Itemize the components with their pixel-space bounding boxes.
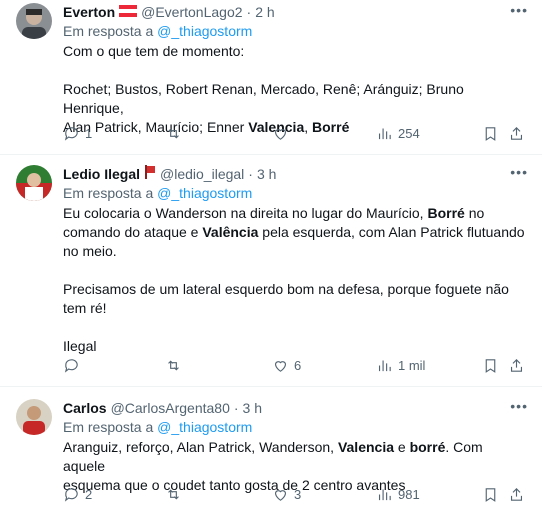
handle[interactable]: @CarlosArgenta80 <box>111 399 230 417</box>
handle[interactable]: @ledio_ilegal <box>160 165 244 183</box>
display-name[interactable]: Carlos <box>63 399 107 417</box>
mention-link[interactable]: @_thiagostorm <box>157 23 252 39</box>
bookmark-icon <box>485 126 496 141</box>
like-icon <box>274 128 287 140</box>
tweet-header: Ledio Ilegal @ledio_ilegal · 3 h <box>63 165 277 183</box>
timestamp[interactable]: 3 h <box>257 165 276 183</box>
like-button[interactable]: 6 <box>272 357 301 374</box>
views-icon <box>378 360 391 371</box>
tweet-header: Carlos @CarlosArgenta80 · 3 h <box>63 399 262 417</box>
tweet-carlos[interactable]: Carlos @CarlosArgenta80 · 3 h Em respost… <box>0 387 542 512</box>
display-name[interactable]: Ledio Ilegal <box>63 165 140 183</box>
more-icon[interactable]: ••• <box>510 164 528 180</box>
mention-link[interactable]: @_thiagostorm <box>157 185 252 201</box>
views-icon <box>378 128 391 139</box>
bookmark-button[interactable] <box>482 125 499 142</box>
views-button[interactable]: 254 <box>376 125 420 142</box>
reply-to-line: Em resposta a @_thiagostorm <box>63 419 253 435</box>
display-name[interactable]: Everton <box>63 3 115 21</box>
timestamp[interactable]: 2 h <box>255 3 274 21</box>
flag-emoji-icon <box>144 165 156 183</box>
avatar[interactable] <box>16 399 52 435</box>
timestamp[interactable]: 3 h <box>243 399 262 417</box>
bookmark-button[interactable] <box>482 357 499 374</box>
share-button[interactable] <box>508 486 525 503</box>
more-icon[interactable]: ••• <box>510 2 528 18</box>
bookmark-button[interactable] <box>482 486 499 503</box>
avatar[interactable] <box>16 3 52 39</box>
share-icon <box>510 358 523 372</box>
reply-feed: Everton @EvertonLago2 · 2 h Em resposta … <box>0 0 542 512</box>
bookmark-icon <box>485 358 496 373</box>
views-button[interactable]: 1 mil <box>376 357 425 374</box>
avatar[interactable] <box>16 165 52 201</box>
reply-button[interactable] <box>63 357 80 374</box>
reply-to-line: Em resposta a @_thiagostorm <box>63 23 253 39</box>
bookmark-icon <box>485 487 496 502</box>
reply-to-line: Em resposta a @_thiagostorm <box>63 185 253 201</box>
like-button[interactable] <box>272 125 289 142</box>
reply-icon <box>64 358 78 373</box>
retweet-button[interactable] <box>165 357 182 374</box>
reply-button[interactable]: 1 <box>63 125 92 142</box>
views-button[interactable]: 981 <box>376 486 420 503</box>
handle[interactable]: @EvertonLago2 <box>141 3 242 21</box>
views-icon <box>378 489 391 500</box>
share-button[interactable] <box>508 357 525 374</box>
reply-icon <box>64 126 78 141</box>
tweet-ledio[interactable]: Ledio Ilegal @ledio_ilegal · 3 h Em resp… <box>0 155 542 387</box>
tweet-text: Eu colocaria o Wanderson na direita no l… <box>63 205 525 354</box>
retweet-button[interactable] <box>165 125 182 142</box>
tweet-everton[interactable]: Everton @EvertonLago2 · 2 h Em resposta … <box>0 0 542 155</box>
share-icon <box>510 487 523 501</box>
like-icon <box>274 360 287 372</box>
share-icon <box>510 126 523 140</box>
reply-button[interactable]: 2 <box>63 486 92 503</box>
more-icon[interactable]: ••• <box>510 398 528 414</box>
retweet-icon <box>168 127 179 139</box>
like-icon <box>274 489 287 501</box>
reply-icon <box>64 487 78 502</box>
like-button[interactable]: 3 <box>272 486 301 503</box>
share-button[interactable] <box>508 125 525 142</box>
retweet-icon <box>168 359 179 371</box>
tweet-header: Everton @EvertonLago2 · 2 h <box>63 3 275 21</box>
austria-flag-icon <box>119 3 138 21</box>
retweet-button[interactable] <box>165 486 182 503</box>
mention-link[interactable]: @_thiagostorm <box>157 419 252 435</box>
retweet-icon <box>168 488 179 500</box>
